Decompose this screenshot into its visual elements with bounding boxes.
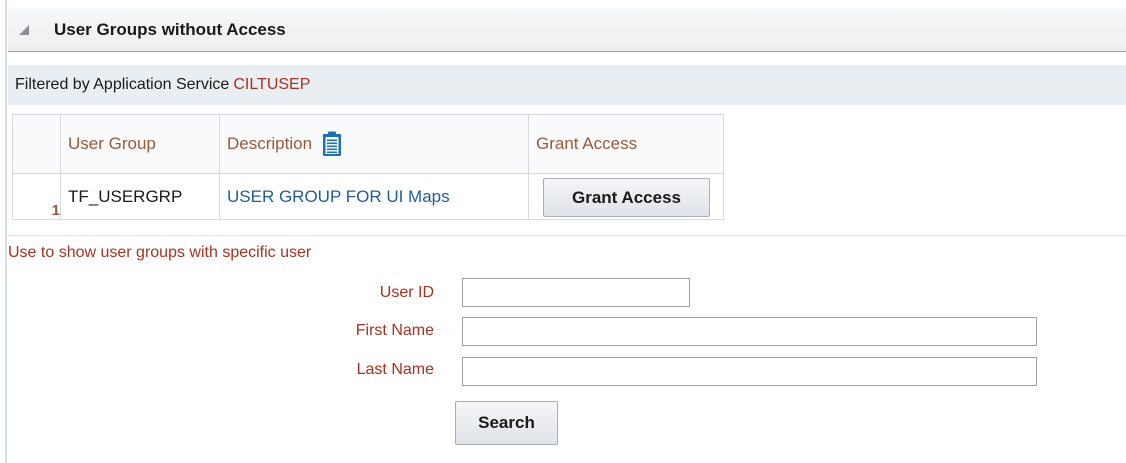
table-row[interactable]: 1 TF_USERGRP USER GROUP FOR UI Maps Gran… [12, 173, 724, 220]
search-button[interactable]: Search [455, 401, 558, 445]
column-header-user-group[interactable]: User Group [60, 114, 220, 174]
filter-label: Filtered by Application Service [15, 76, 230, 93]
last-name-input[interactable] [462, 357, 1037, 386]
clipboard-icon[interactable] [322, 131, 342, 157]
section-header[interactable]: User Groups without Access [8, 8, 1126, 52]
column-header-description[interactable]: Description [219, 114, 529, 174]
search-hint: Use to show user groups with specific us… [8, 244, 312, 261]
row-number: 1 [12, 173, 61, 220]
table-header-row: User Group Description Grant Access [12, 114, 724, 174]
first-name-label: First Name [355, 322, 434, 339]
cell-grant-access: Grant Access [528, 173, 724, 220]
divider [8, 235, 1126, 236]
first-name-input[interactable] [462, 317, 1037, 346]
filter-value: CILTUSEP [233, 76, 311, 93]
column-header-grant-access: Grant Access [528, 114, 724, 174]
section-title: User Groups without Access [54, 19, 286, 39]
cell-description: USER GROUP FOR UI Maps [219, 173, 529, 220]
last-name-label: Last Name [356, 361, 434, 378]
grant-access-button[interactable]: Grant Access [543, 178, 710, 217]
grant-access-header-label: Grant Access [536, 134, 638, 153]
row-number-header [12, 114, 61, 174]
user-group-value: TF_USERGRP [68, 186, 183, 206]
left-border [5, 0, 7, 463]
user-group-header-label: User Group [68, 134, 156, 153]
user-id-input[interactable] [462, 278, 690, 307]
cell-user-group: TF_USERGRP [60, 173, 220, 220]
user-groups-table: User Group Description Grant Access 1 TF… [12, 114, 724, 220]
filter-bar: Filtered by Application Service CILTUSEP [8, 65, 1126, 105]
description-value: USER GROUP FOR UI Maps [227, 186, 450, 206]
user-id-label: User ID [379, 284, 434, 301]
description-header-label: Description [227, 134, 313, 153]
collapse-triangle-icon[interactable] [19, 24, 29, 35]
